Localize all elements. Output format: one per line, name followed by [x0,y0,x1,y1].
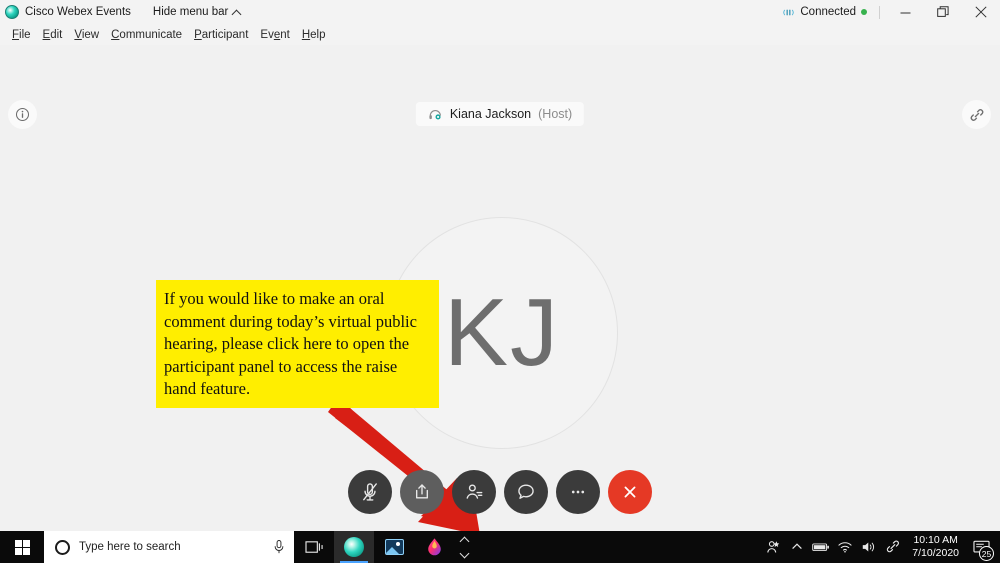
wifi-icon[interactable] [833,531,857,563]
taskbar-app-paint[interactable] [414,531,454,563]
scroll-down-icon [459,548,469,558]
hide-menu-bar-toggle[interactable]: Hide menu bar [152,6,242,19]
titlebar-divider [879,5,880,19]
system-tray: 10:10 AM 7/10/2020 25 [761,531,1000,563]
info-circle-icon [15,107,30,122]
chat-button[interactable] [504,470,548,514]
people-icon[interactable] [761,531,785,563]
chevron-up-icon [231,9,242,19]
battery-icon[interactable] [809,531,833,563]
taskbar-search[interactable]: Type here to search [44,531,294,563]
link-icon [970,108,983,121]
search-input-placeholder: Type here to search [79,541,181,553]
app-title: Cisco Webex Events [25,6,131,18]
participants-icon [466,484,483,499]
webex-events-window: Cisco Webex Events Hide menu bar Connect… [0,0,1000,563]
webex-app-icon [344,537,364,557]
search-circle-icon [55,539,70,555]
layout-button[interactable] [962,100,991,129]
headset-icon [429,109,441,119]
microphone-muted-icon [363,483,377,501]
notification-count-badge: 25 [979,546,994,561]
task-view-button[interactable] [294,531,334,563]
paint-app-icon [427,537,441,555]
connection-label: Connected [800,6,856,18]
participants-button[interactable] [452,470,496,514]
hide-menu-bar-label: Hide menu bar [152,6,229,18]
taskbar-overflow-scroll[interactable] [454,531,474,563]
avatar-initials: KJ [443,279,561,386]
menu-item-help[interactable]: Help [296,27,332,43]
windows-taskbar: Type here to search 10:10 AM 7/10/2020 2… [0,531,1000,563]
host-role: (Host) [538,107,573,121]
clock-date: 7/10/2020 [912,547,959,559]
host-name: Kiana Jackson [449,107,532,121]
close-icon [975,6,987,18]
action-center-button[interactable]: 25 [966,531,996,563]
microphone-icon[interactable] [272,539,286,555]
annotation-callout: If you would like to make an oral commen… [156,280,439,408]
start-button[interactable] [0,531,44,563]
clock-time: 10:10 AM [913,534,958,546]
event-info-button[interactable] [8,100,37,129]
menu-item-communicate[interactable]: Communicate [105,27,188,43]
taskbar-app-webex[interactable] [334,531,374,563]
scroll-up-icon [459,536,469,546]
signal-icon [783,9,795,15]
annotation-callout-text: If you would like to make an oral commen… [164,289,417,398]
photos-app-icon [384,539,404,555]
meeting-stage: Kiana Jackson (Host) KJ If you would lik… [0,45,1000,531]
leave-button[interactable] [608,470,652,514]
connection-status: Connected [782,6,867,19]
title-bar: Cisco Webex Events Hide menu bar Connect… [0,0,1000,24]
share-screen-icon [415,484,429,499]
restore-button[interactable] [924,0,962,24]
webex-logo-icon [5,5,19,19]
taskbar-app-photos[interactable] [374,531,414,563]
restore-icon [937,6,949,17]
menu-item-view[interactable]: View [68,27,105,43]
active-speaker-label: Kiana Jackson (Host) [415,102,585,126]
share-button[interactable] [400,470,444,514]
menu-item-event[interactable]: Event [254,27,295,43]
chat-bubble-icon [518,484,534,499]
windows-start-icon [14,539,30,555]
show-hidden-icons-chevron[interactable] [785,531,809,563]
close-button[interactable] [962,0,1000,24]
menu-bar: File Edit View Communicate Participant E… [0,24,1000,45]
menu-item-participant[interactable]: Participant [188,27,254,43]
more-options-icon [571,490,585,494]
title-bar-right: Connected [782,0,1000,24]
close-x-icon [624,486,636,498]
minimize-icon [900,12,910,13]
volume-icon[interactable] [857,531,881,563]
connection-status-dot [861,9,867,15]
menu-item-edit[interactable]: Edit [37,27,69,43]
mute-button[interactable] [348,470,392,514]
task-view-icon [304,540,323,553]
minimize-button[interactable] [886,0,924,24]
meeting-controls [0,470,1000,514]
more-button[interactable] [556,470,600,514]
menu-item-file[interactable]: File [6,27,37,43]
pen-icon[interactable] [881,531,905,563]
taskbar-clock[interactable]: 10:10 AM 7/10/2020 [905,534,966,560]
